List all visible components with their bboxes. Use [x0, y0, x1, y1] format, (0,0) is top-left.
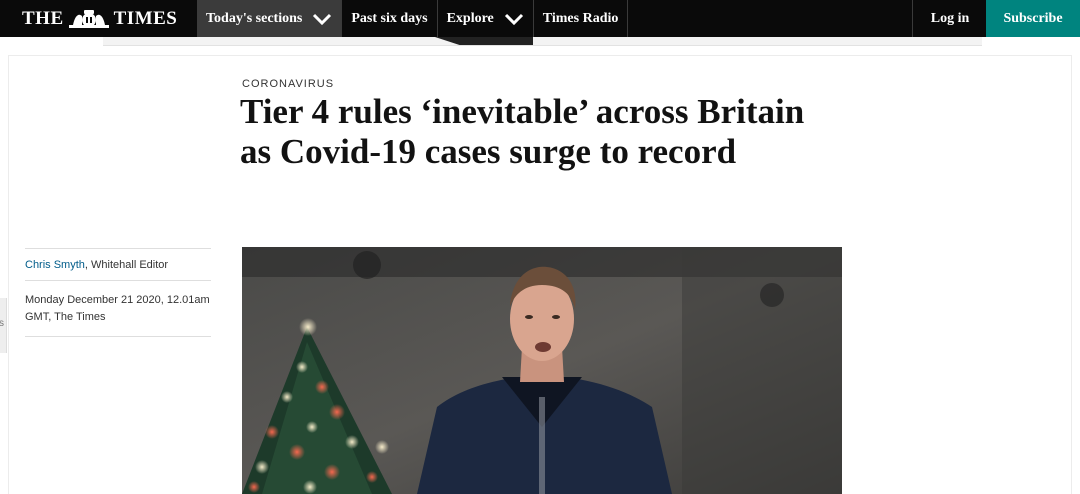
ad-banner-strip	[103, 37, 982, 46]
page-frame-top	[8, 55, 1072, 56]
page-frame-right	[1071, 55, 1072, 494]
hero-photo	[242, 247, 842, 494]
author-link[interactable]: Chris Smyth	[25, 259, 85, 271]
edge-tab-label: s	[0, 318, 4, 329]
nav-explore[interactable]: Explore	[438, 0, 534, 37]
hero-image[interactable]	[242, 247, 842, 494]
times-logo[interactable]: THE TIMES	[22, 7, 177, 31]
login-button[interactable]: Log in	[912, 0, 987, 37]
article-headline: Tier 4 rules ‘inevitable’ across Britain…	[240, 92, 805, 171]
byline: Chris Smyth, Whitehall Editor Monday Dec…	[25, 248, 211, 337]
edge-tab[interactable]: s	[0, 298, 7, 353]
chevron-down-icon	[313, 13, 332, 25]
nav-item-label: Today's sections	[206, 10, 303, 26]
nav-past-six-days[interactable]: Past six days	[342, 0, 438, 37]
main-nav: Today's sections Past six days Explore T…	[197, 0, 629, 37]
page-frame-left	[8, 55, 9, 494]
top-navigation-bar: THE TIMES Today's sections Past six days…	[0, 0, 1080, 37]
logo-text-the: THE	[22, 8, 64, 29]
publish-date: Monday December 21 2020, 12.01am GMT, Th…	[25, 294, 210, 323]
nav-item-label: Times Radio	[542, 10, 619, 26]
nav-item-label: Past six days	[351, 10, 428, 26]
subscribe-button[interactable]: Subscribe	[986, 0, 1080, 37]
divider	[25, 336, 211, 337]
royal-crest-icon	[68, 10, 109, 28]
nav-todays-sections[interactable]: Today's sections	[197, 0, 343, 37]
nav-item-label: Explore	[446, 10, 494, 26]
logo-text-times: TIMES	[113, 8, 178, 29]
author-line: Chris Smyth, Whitehall Editor	[25, 249, 211, 280]
nav-times-radio[interactable]: Times Radio	[534, 0, 629, 37]
author-role: , Whitehall Editor	[84, 259, 169, 271]
section-kicker[interactable]: CORONAVIRUS	[242, 78, 334, 90]
chevron-down-icon	[504, 13, 523, 25]
